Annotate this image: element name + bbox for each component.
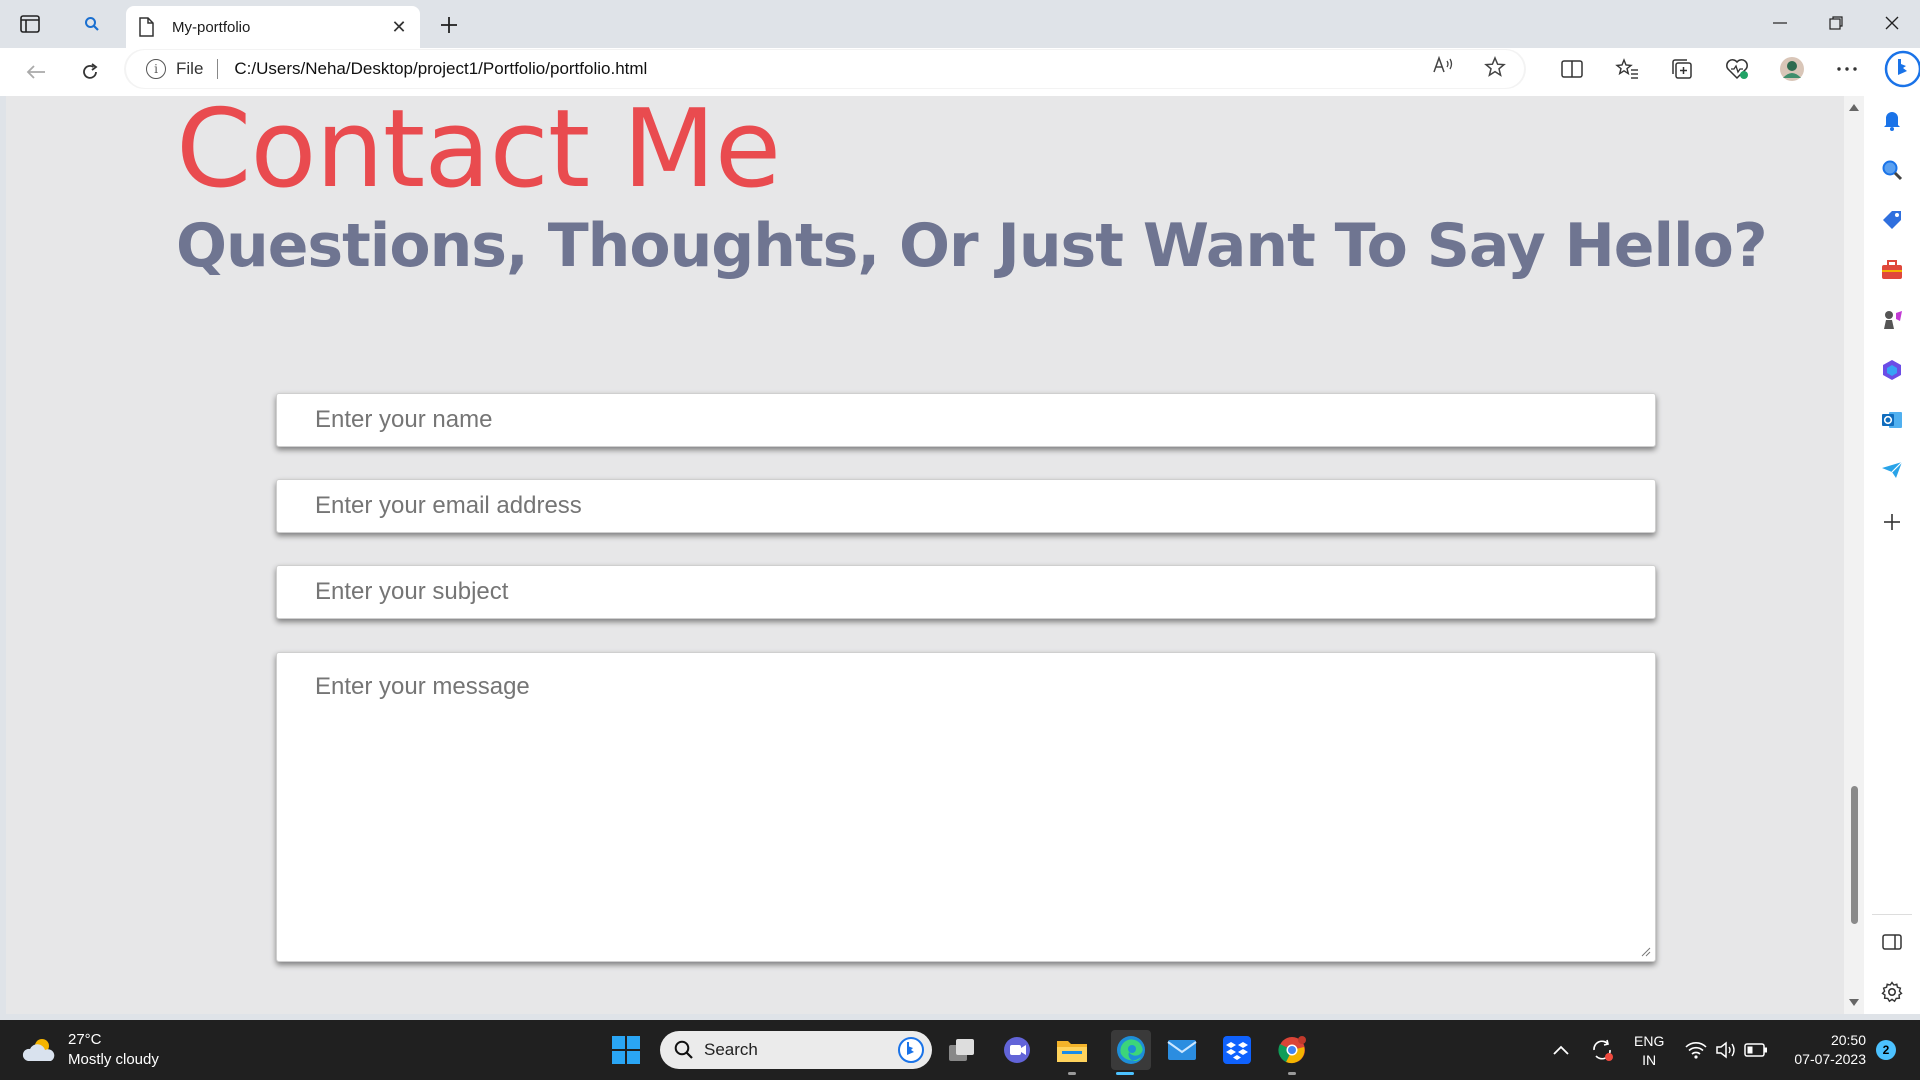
taskbar-search-box[interactable]: Search <box>660 1031 932 1069</box>
battery-icon[interactable] <box>1740 1034 1772 1066</box>
edge-active-indicator <box>1116 1072 1134 1075</box>
taskbar-search-icon <box>674 1040 693 1059</box>
volume-icon[interactable] <box>1710 1034 1742 1066</box>
address-url[interactable]: C:/Users/Neha/Desktop/project1/Portfolio… <box>234 59 1432 79</box>
scroll-up-arrow-icon[interactable] <box>1849 104 1859 111</box>
edge-browser-icon[interactable] <box>1111 1030 1151 1070</box>
teams-chat-icon[interactable] <box>1001 1034 1033 1066</box>
back-arrow-icon[interactable] <box>24 60 48 84</box>
bing-chat-icon[interactable] <box>1884 50 1920 88</box>
weather-condition: Mostly cloudy <box>68 1051 159 1068</box>
window-controls <box>1752 0 1920 46</box>
scroll-thumb[interactable] <box>1851 786 1858 924</box>
edge-sidebar <box>1864 96 1920 1014</box>
minimize-icon[interactable] <box>1752 0 1808 46</box>
cloudy-weather-icon <box>22 1039 55 1061</box>
language-line2: IN <box>1642 1052 1657 1068</box>
scroll-down-arrow-icon[interactable] <box>1849 999 1859 1006</box>
read-aloud-icon[interactable] <box>1432 55 1454 83</box>
tab-bar: My-portfolio ✕ <box>0 0 1920 48</box>
refresh-icon[interactable] <box>78 60 102 84</box>
microsoft-365-icon[interactable] <box>1880 358 1904 382</box>
windows-start-icon[interactable] <box>610 1034 642 1066</box>
mail-icon[interactable] <box>1166 1034 1198 1066</box>
page-scrollbar[interactable] <box>1844 96 1864 1014</box>
name-input[interactable]: Enter your name <box>276 393 1656 447</box>
browser-essentials-icon[interactable] <box>1724 56 1750 82</box>
add-sidebar-app-icon[interactable] <box>1880 510 1904 534</box>
weather-widget[interactable]: 27°C Mostly cloudy <box>22 1030 159 1070</box>
language-line1: ENG <box>1634 1033 1665 1049</box>
shopping-tag-icon[interactable] <box>1880 208 1904 232</box>
sidebar-divider <box>1872 914 1912 915</box>
collections-icon[interactable] <box>1669 56 1695 82</box>
address-bar[interactable]: i File C:/Users/Neha/Desktop/project1/Po… <box>126 50 1524 88</box>
email-placeholder: Enter your email address <box>315 492 582 519</box>
page-title: Contact Me <box>176 96 781 212</box>
tab-actions-icon[interactable] <box>18 12 42 36</box>
hide-sidebar-icon[interactable] <box>1880 930 1904 954</box>
file-explorer-icon[interactable] <box>1056 1034 1088 1066</box>
notification-bell-icon[interactable] <box>1880 108 1904 132</box>
page-icon <box>138 17 156 37</box>
taskbar-search-placeholder: Search <box>704 1040 758 1059</box>
show-hidden-icons-chevron[interactable] <box>1545 1034 1577 1066</box>
wifi-icon[interactable] <box>1680 1034 1712 1066</box>
page-subtitle: Questions, Thoughts, Or Just Want To Say… <box>176 211 1768 281</box>
favorites-icon[interactable] <box>1614 56 1640 82</box>
close-tab-icon[interactable]: ✕ <box>390 17 408 37</box>
resize-grip-icon[interactable] <box>1639 945 1651 957</box>
task-view-icon[interactable] <box>946 1034 978 1066</box>
tools-briefcase-icon[interactable] <box>1880 258 1904 282</box>
chrome-icon[interactable] <box>1276 1034 1308 1066</box>
outlook-icon[interactable] <box>1880 408 1904 432</box>
address-divider <box>217 59 219 79</box>
sidebar-search-icon[interactable] <box>1880 158 1904 182</box>
message-placeholder: Enter your message <box>315 673 530 700</box>
tab-my-portfolio[interactable]: My-portfolio ✕ <box>126 6 420 48</box>
bing-logo-icon[interactable] <box>896 1035 926 1065</box>
page-viewport: Contact Me Questions, Thoughts, Or Just … <box>6 96 1844 1014</box>
email-input[interactable]: Enter your email address <box>276 479 1656 533</box>
sync-status-icon[interactable] <box>1586 1034 1618 1066</box>
tab-title: My-portfolio <box>172 18 251 36</box>
message-textarea[interactable]: Enter your message <box>276 652 1656 962</box>
name-placeholder: Enter your name <box>315 406 493 433</box>
info-icon[interactable]: i <box>146 59 166 79</box>
notification-count-badge[interactable]: 2 <box>1876 1040 1896 1060</box>
new-tab-button[interactable] <box>436 12 462 38</box>
subject-input[interactable]: Enter your subject <box>276 565 1656 619</box>
clock-date: 07-07-2023 <box>1794 1051 1866 1067</box>
windows-taskbar: 27°C Mostly cloudy Search ENG IN 20:50 0… <box>0 1020 1920 1080</box>
favorite-star-icon[interactable] <box>1484 55 1506 83</box>
clock-time: 20:50 <box>1830 1032 1866 1048</box>
sidebar-settings-gear-icon[interactable] <box>1880 980 1904 1004</box>
explorer-running-indicator <box>1068 1072 1076 1075</box>
dropbox-icon[interactable] <box>1221 1034 1253 1066</box>
games-chess-icon[interactable] <box>1880 308 1904 332</box>
address-scheme-label: File <box>176 59 204 78</box>
chrome-running-indicator <box>1288 1072 1296 1075</box>
more-options-icon[interactable] <box>1834 56 1860 82</box>
profile-avatar[interactable] <box>1779 56 1805 82</box>
weather-temperature: 27°C <box>68 1031 102 1048</box>
split-screen-icon[interactable] <box>1559 56 1585 82</box>
send-drop-icon[interactable] <box>1880 458 1904 482</box>
system-clock[interactable]: 20:50 07-07-2023 <box>1782 1031 1866 1069</box>
tab-search-icon[interactable] <box>80 12 104 36</box>
close-window-icon[interactable] <box>1864 0 1920 46</box>
subject-placeholder: Enter your subject <box>315 578 509 605</box>
input-language-indicator[interactable]: ENG IN <box>1634 1032 1664 1070</box>
restore-icon[interactable] <box>1808 0 1864 46</box>
